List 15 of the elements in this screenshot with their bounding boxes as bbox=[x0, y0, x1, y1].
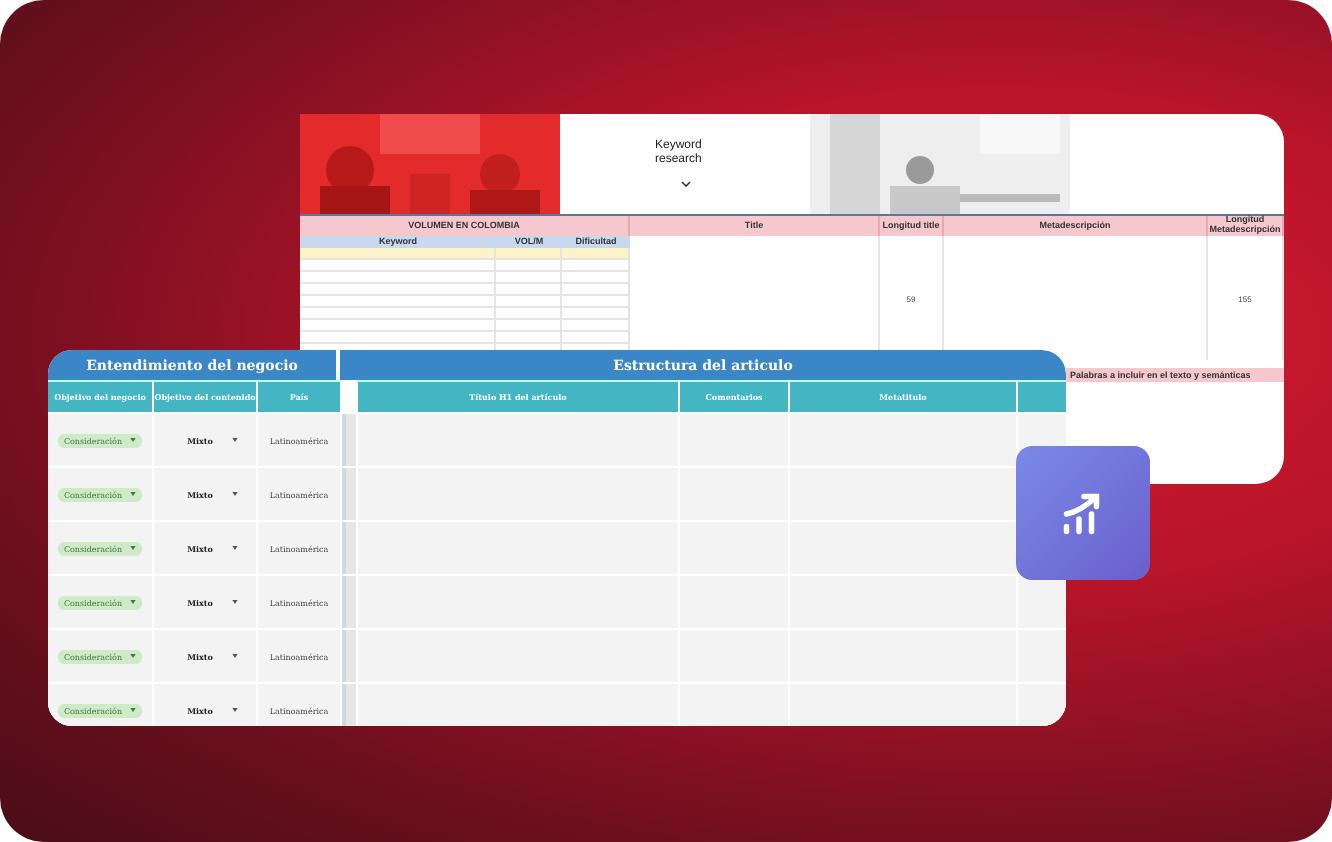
caret-icon bbox=[232, 546, 239, 550]
caret-icon bbox=[130, 600, 137, 604]
caret-icon bbox=[130, 438, 137, 442]
column-header bbox=[1018, 380, 1066, 412]
caret-icon bbox=[232, 438, 239, 442]
table-cell bbox=[680, 414, 788, 466]
caret-icon bbox=[232, 654, 239, 658]
caret-icon bbox=[130, 654, 137, 658]
caret-icon bbox=[130, 492, 137, 496]
caret-icon bbox=[130, 708, 137, 712]
chevron-icon bbox=[679, 180, 691, 189]
caret-icon bbox=[232, 492, 239, 496]
caret-icon bbox=[232, 708, 239, 712]
caret-icon bbox=[232, 600, 239, 604]
caret-icon bbox=[130, 546, 137, 550]
